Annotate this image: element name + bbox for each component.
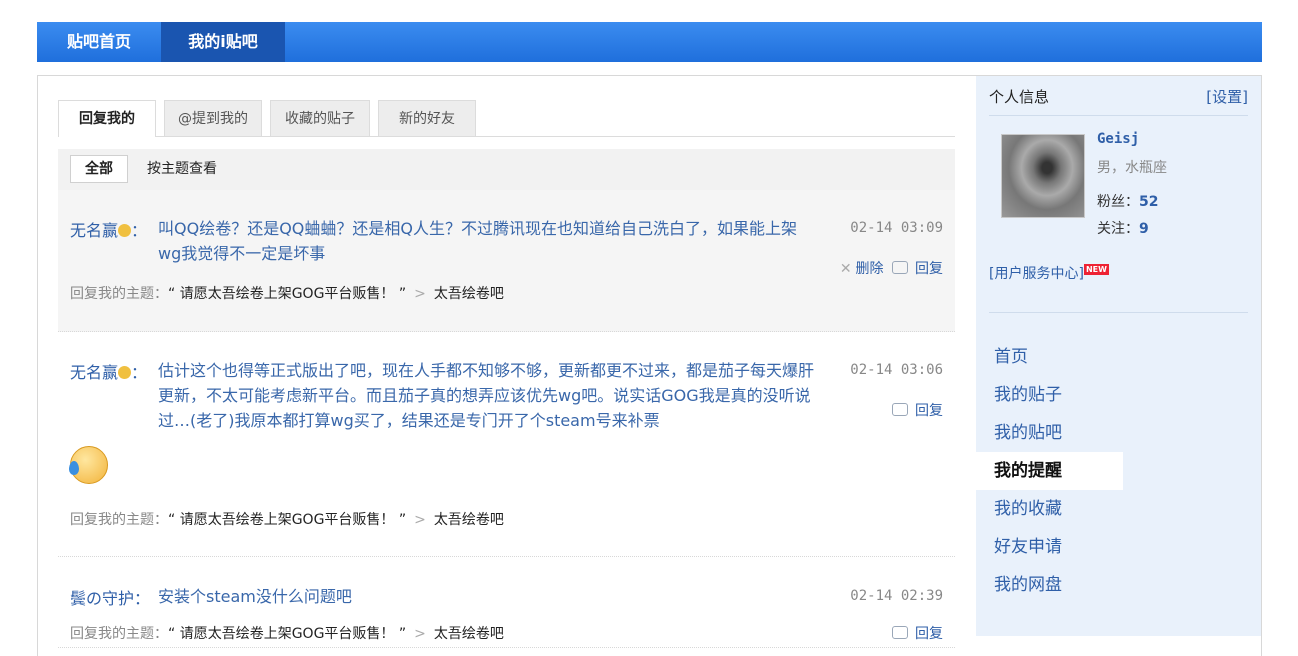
filter-all-button[interactable]: 全部	[70, 155, 128, 183]
author-colon: ：	[134, 589, 151, 608]
reply-actions: ✕ 删除 回复	[836, 258, 943, 278]
delete-button[interactable]: 删除	[856, 261, 884, 277]
author-colon: ：	[131, 363, 148, 382]
emoji-icon	[118, 224, 132, 237]
reply-topic-line: 回复我的主题：“ 请愿太吾绘卷上架GOG平台贩售！ ” > 太吾绘卷吧	[70, 623, 504, 643]
filter-by-topic-button[interactable]: 按主题查看	[147, 155, 217, 183]
profile-title: 个人信息	[989, 88, 1050, 106]
follow-count: 关注：9	[1097, 218, 1149, 238]
top-nav-bar: 贴吧首页 我的i贴吧	[37, 22, 1262, 62]
fans-number[interactable]: 52	[1139, 194, 1158, 210]
user-service-center: [用户服务中心] NEW	[989, 263, 1109, 283]
reply-topic-line: 回复我的主题：“ 请愿太吾绘卷上架GOG平台贩售！ ” > 太吾绘卷吧	[70, 283, 504, 303]
tab-mentions[interactable]: @提到我的	[164, 100, 262, 136]
nav-tieba-home[interactable]: 贴吧首页	[37, 22, 161, 62]
sidebar-item-my-posts[interactable]: 我的贴子	[976, 376, 1136, 414]
filter-bar: 全部 按主题查看	[58, 149, 955, 191]
divider	[989, 312, 1248, 313]
reply-actions: 回复	[888, 623, 943, 643]
emoji-icon	[118, 366, 132, 379]
tab-replies[interactable]: 回复我的	[58, 100, 156, 137]
username-link[interactable]: Geisj	[1097, 131, 1139, 147]
reply-text[interactable]: 叫QQ绘卷？还是QQ蛐蛐？还是相Q人生？不过腾讯现在也知道给自己洗白了，如果能上…	[158, 216, 818, 266]
reply-item: 无名赢 ： 估计这个也得等正式版出了吧，现在人手都不知够不够，更新都更不过来，都是…	[58, 332, 955, 557]
forum-link[interactable]: 太吾绘卷吧	[434, 512, 504, 528]
reply-actions: 回复	[888, 400, 943, 420]
sweat-emoji-icon	[69, 446, 108, 484]
comment-icon	[892, 261, 908, 274]
sweat-drop-icon	[69, 461, 79, 475]
author-colon: ：	[131, 221, 148, 240]
comment-icon	[892, 626, 908, 639]
chevron-right-icon: >	[414, 286, 426, 302]
reply-text[interactable]: 估计这个也得等正式版出了吧，现在人手都不知够不够，更新都更不过来，都是茄子每天爆…	[158, 358, 818, 433]
follow-label: 关注：	[1097, 221, 1139, 237]
nav-my-itieba[interactable]: 我的i贴吧	[161, 22, 285, 62]
sidebar-item-my-tieba[interactable]: 我的贴吧	[976, 414, 1136, 452]
topic-prefix: 回复我的主题：	[70, 286, 168, 302]
reply-button[interactable]: 回复	[915, 626, 943, 642]
user-service-link[interactable]: [用户服务中心]	[989, 266, 1084, 282]
reply-item: 鬓の守护： 安装个steam没什么问题吧 02-14 02:39 回复 回复我的…	[58, 557, 955, 648]
profile-panel-title: 个人信息 [设置]	[989, 86, 1248, 116]
fans-count: 粉丝：52	[1097, 191, 1158, 211]
follow-number[interactable]: 9	[1139, 221, 1149, 237]
topic-link[interactable]: “ 请愿太吾绘卷上架GOG平台贩售！ ”	[168, 626, 406, 642]
sidebar-item-home[interactable]: 首页	[976, 338, 1136, 376]
sidebar-item-my-netdisk[interactable]: 我的网盘	[976, 566, 1136, 604]
reply-text[interactable]: 安装个steam没什么问题吧	[158, 584, 818, 609]
reply-author[interactable]: 无名赢	[70, 221, 118, 240]
sidebar-item-friend-requests[interactable]: 好友申请	[976, 528, 1136, 566]
reply-author[interactable]: 鬓の守护	[70, 589, 134, 608]
reply-time: 02-14 03:09	[850, 220, 943, 236]
tab-new-friends[interactable]: 新的好友	[378, 100, 476, 136]
avatar[interactable]	[1001, 134, 1085, 218]
reply-author[interactable]: 无名赢	[70, 363, 118, 382]
sidebar-item-my-reminders[interactable]: 我的提醒	[976, 452, 1123, 490]
user-info: 男，水瓶座	[1097, 160, 1167, 176]
chevron-right-icon: >	[414, 626, 426, 642]
reply-time: 02-14 02:39	[850, 588, 943, 604]
sidebar-menu: 首页 我的贴子 我的贴吧 我的提醒 我的收藏 好友申请 我的网盘	[976, 338, 1136, 604]
reply-item: 无名赢 ： 叫QQ绘卷？还是QQ蛐蛐？还是相Q人生？不过腾讯现在也知道给自己洗白了…	[58, 190, 955, 332]
topic-prefix: 回复我的主题：	[70, 512, 168, 528]
reminder-tabs: 回复我的 @提到我的 收藏的贴子 新的好友	[58, 100, 955, 137]
fans-label: 粉丝：	[1097, 194, 1139, 210]
topic-link[interactable]: “ 请愿太吾绘卷上架GOG平台贩售！ ”	[168, 286, 406, 302]
settings-link[interactable]: [设置]	[1206, 86, 1248, 108]
topic-link[interactable]: “ 请愿太吾绘卷上架GOG平台贩售！ ”	[168, 512, 406, 528]
close-icon: ✕	[839, 261, 852, 277]
forum-link[interactable]: 太吾绘卷吧	[434, 286, 504, 302]
reply-time: 02-14 03:06	[850, 362, 943, 378]
sidebar-item-my-favorites[interactable]: 我的收藏	[976, 490, 1136, 528]
comment-icon	[892, 403, 908, 416]
new-badge: NEW	[1083, 264, 1109, 275]
chevron-right-icon: >	[414, 512, 426, 528]
tab-favorites[interactable]: 收藏的贴子	[270, 100, 370, 136]
reply-topic-line: 回复我的主题：“ 请愿太吾绘卷上架GOG平台贩售！ ” > 太吾绘卷吧	[70, 509, 504, 529]
forum-link[interactable]: 太吾绘卷吧	[434, 626, 504, 642]
reply-button[interactable]: 回复	[915, 261, 943, 277]
reply-button[interactable]: 回复	[915, 403, 943, 419]
topic-prefix: 回复我的主题：	[70, 626, 168, 642]
